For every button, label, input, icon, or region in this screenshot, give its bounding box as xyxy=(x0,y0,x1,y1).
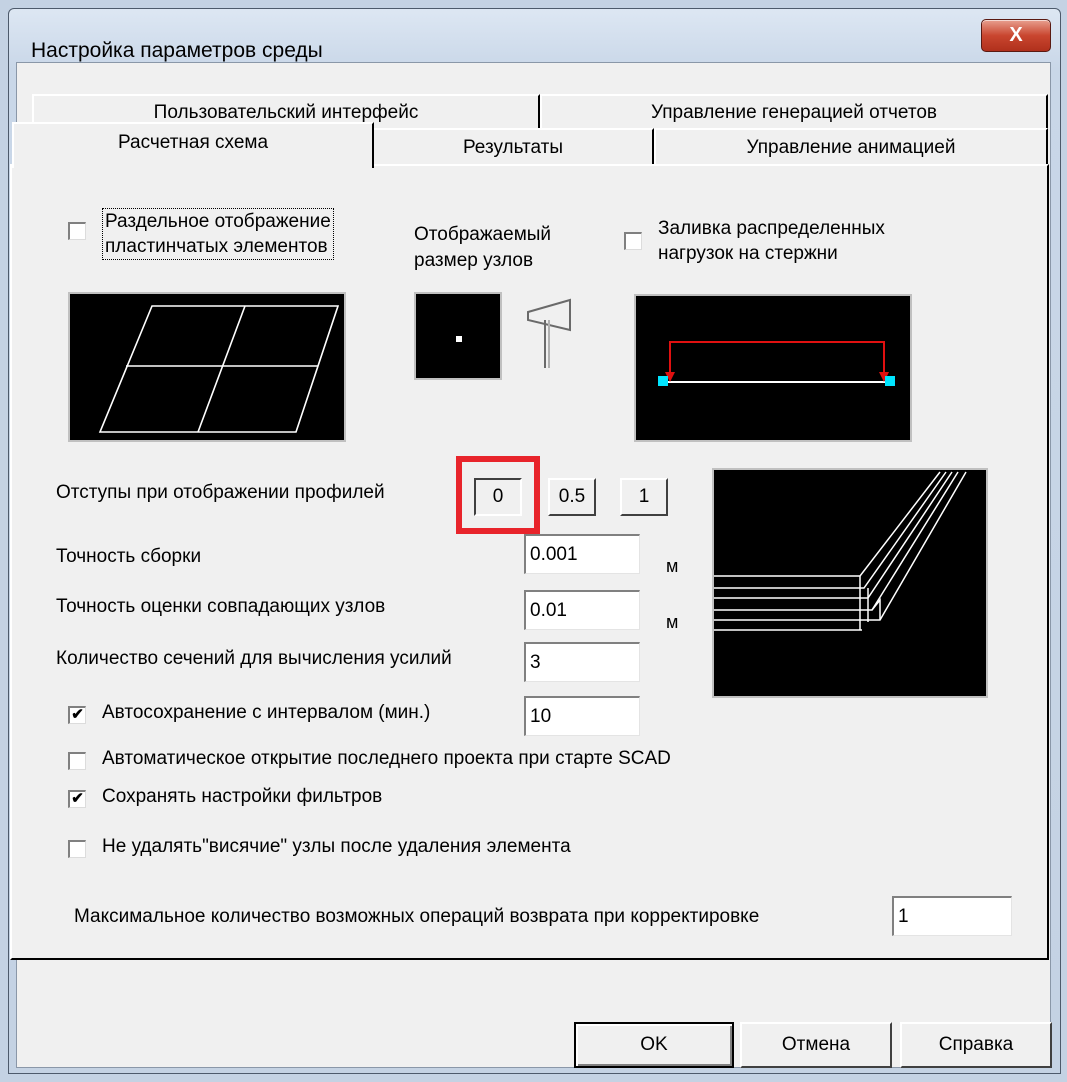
plates-preview xyxy=(68,292,346,442)
label-line: размер узлов xyxy=(414,250,534,271)
tab-label: Управление анимацией xyxy=(746,137,956,158)
node-marker xyxy=(658,376,668,386)
node-size-slider-icon[interactable] xyxy=(524,298,574,370)
highlight-box xyxy=(456,456,540,534)
close-button[interactable]: X xyxy=(981,19,1051,52)
coincident-nodes-label: Точность оценки совпадающих узлов xyxy=(56,596,386,617)
tab-animation-control[interactable]: Управление анимацией xyxy=(654,128,1048,166)
label-line: Заливка распределенных xyxy=(658,218,885,239)
loads-preview xyxy=(634,294,912,442)
distributed-load-graphic xyxy=(658,341,895,386)
label-line: пластинчатых элементов xyxy=(105,236,328,257)
save-filters-label: Сохранять настройки фильтров xyxy=(102,786,383,807)
undo-count-label: Максимальное количество возможных операц… xyxy=(74,906,760,927)
node-size-label: Отображаемый размер узлов xyxy=(414,222,551,274)
sections-count-label: Количество сечений для вычисления усилий xyxy=(56,648,452,669)
save-filters-checkbox[interactable]: ✔ xyxy=(68,790,86,808)
hanging-nodes-label: Не удалять"висячие" узлы после удаления … xyxy=(102,836,571,857)
tab-report-generation[interactable]: Управление генерацией отчетов xyxy=(540,94,1048,130)
autosave-interval-input[interactable] xyxy=(524,696,640,736)
window-title: Настройка параметров среды xyxy=(31,39,323,62)
undo-count-input[interactable] xyxy=(892,896,1012,936)
tab-label: Управление генерацией отчетов xyxy=(651,102,937,123)
tab-label: Результаты xyxy=(462,137,564,158)
coincident-nodes-input[interactable] xyxy=(524,590,640,630)
offset-1-button[interactable]: 1 xyxy=(620,478,668,516)
assembly-precision-input[interactable] xyxy=(524,534,640,574)
load-outline xyxy=(669,341,885,376)
autosave-checkbox[interactable]: ✔ xyxy=(68,706,86,724)
autosave-label: Автосохранение с интервалом (мин.) xyxy=(102,702,431,723)
label-line: Раздельное отображение xyxy=(105,211,331,232)
node-size-preview xyxy=(414,292,502,380)
help-button[interactable]: Справка xyxy=(900,1022,1052,1068)
tab-label: Расчетная схема xyxy=(117,132,269,153)
tab-label: Пользовательский интерфейс xyxy=(153,102,419,123)
plate-outline xyxy=(98,305,340,433)
ok-button[interactable]: OK xyxy=(574,1022,734,1068)
profile-beams-graphic xyxy=(714,471,967,631)
plate-divider xyxy=(197,305,246,433)
cancel-button[interactable]: Отмена xyxy=(740,1022,892,1068)
label-line: Отображаемый xyxy=(414,224,552,245)
separate-plates-label[interactable]: Раздельное отображение пластинчатых элем… xyxy=(102,208,334,260)
fill-loads-checkbox[interactable] xyxy=(624,232,642,250)
label-line: нагрузок на стержни xyxy=(658,243,838,264)
profile-offsets-preview xyxy=(712,468,988,698)
tab-results[interactable]: Результаты xyxy=(372,128,654,166)
assembly-precision-label: Точность сборки xyxy=(56,546,202,567)
sections-count-input[interactable] xyxy=(524,642,640,682)
coincident-unit-label: м xyxy=(666,612,679,632)
assembly-unit-label: м xyxy=(666,556,679,576)
fill-loads-label[interactable]: Заливка распределенных нагрузок на стерж… xyxy=(658,216,885,266)
offset-0.5-button[interactable]: 0.5 xyxy=(548,478,596,516)
tab-design-model[interactable]: Расчетная схема xyxy=(12,122,374,168)
node-dot xyxy=(456,336,462,342)
hanging-nodes-checkbox[interactable] xyxy=(68,840,86,858)
separate-plates-checkbox[interactable] xyxy=(68,222,86,240)
plates-grid-graphic xyxy=(98,305,340,433)
profile-offsets-label: Отступы при отображении профилей xyxy=(56,482,385,503)
node-marker xyxy=(885,376,895,386)
autoopen-checkbox[interactable] xyxy=(68,752,86,770)
autoopen-label: Автоматическое открытие последнего проек… xyxy=(102,748,671,769)
